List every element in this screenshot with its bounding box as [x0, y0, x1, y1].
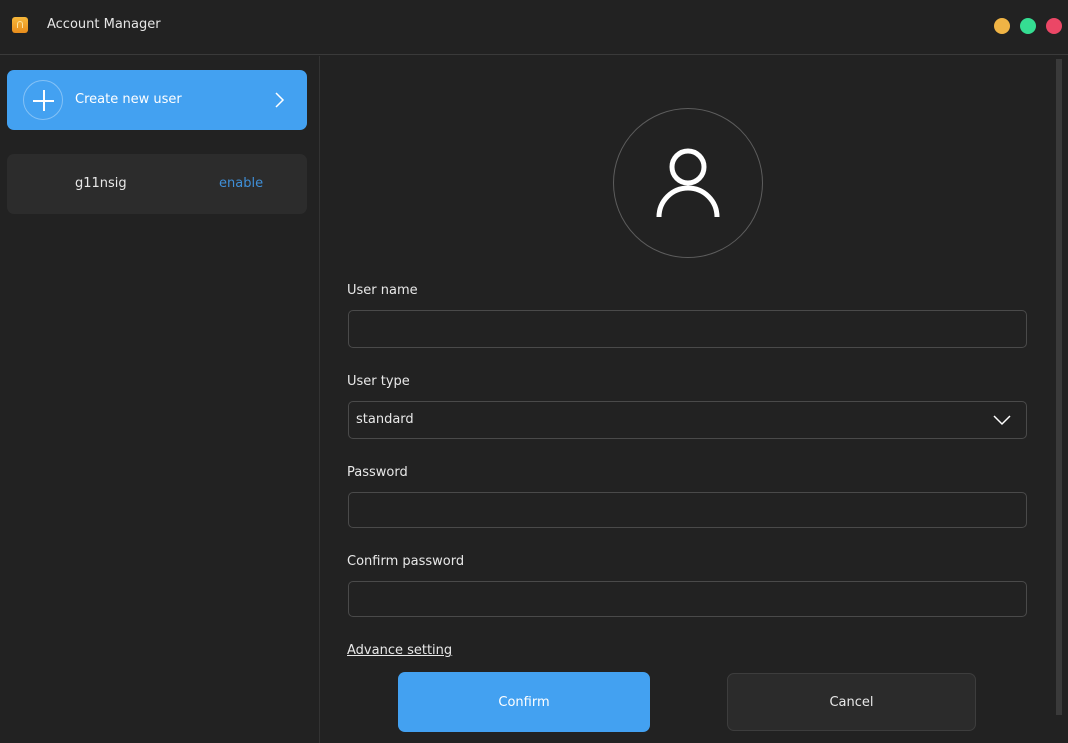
window-title: Account Manager — [47, 17, 161, 32]
user-name: g11nsig — [75, 176, 127, 191]
create-new-user-label: Create new user — [75, 92, 182, 107]
user-list-item[interactable]: g11nsig enable — [7, 154, 307, 214]
password-input[interactable] — [348, 492, 1027, 528]
password-label: Password — [347, 465, 408, 480]
advance-setting-link[interactable]: Advance setting — [347, 643, 452, 658]
scrollbar[interactable] — [1056, 59, 1062, 715]
create-new-user-button[interactable]: Create new user — [7, 70, 307, 130]
confirm-password-label: Confirm password — [347, 554, 465, 569]
username-input[interactable] — [348, 310, 1027, 348]
user-status-link[interactable]: enable — [219, 176, 263, 191]
user-type-select[interactable]: standard — [348, 401, 1027, 439]
user-type-value: standard — [356, 412, 414, 427]
user-type-label: User type — [347, 374, 410, 389]
chevron-right-icon — [275, 92, 285, 108]
cancel-button[interactable]: Cancel — [727, 673, 976, 731]
username-label: User name — [347, 283, 418, 298]
confirm-password-input[interactable] — [348, 581, 1027, 617]
plus-icon — [23, 80, 63, 120]
confirm-button[interactable]: Confirm — [398, 672, 650, 732]
minimize-button[interactable] — [994, 18, 1010, 34]
maximize-button[interactable] — [1020, 18, 1036, 34]
user-icon — [656, 148, 720, 218]
chevron-down-icon — [993, 415, 1011, 426]
account-manager-app-icon — [12, 17, 28, 33]
close-button[interactable] — [1046, 18, 1062, 34]
sidebar: Create new user g11nsig enable — [0, 56, 320, 743]
user-form-panel: User name User type standard Password Co… — [321, 56, 1068, 743]
avatar[interactable] — [613, 108, 763, 258]
title-bar: Account Manager — [0, 0, 1068, 55]
